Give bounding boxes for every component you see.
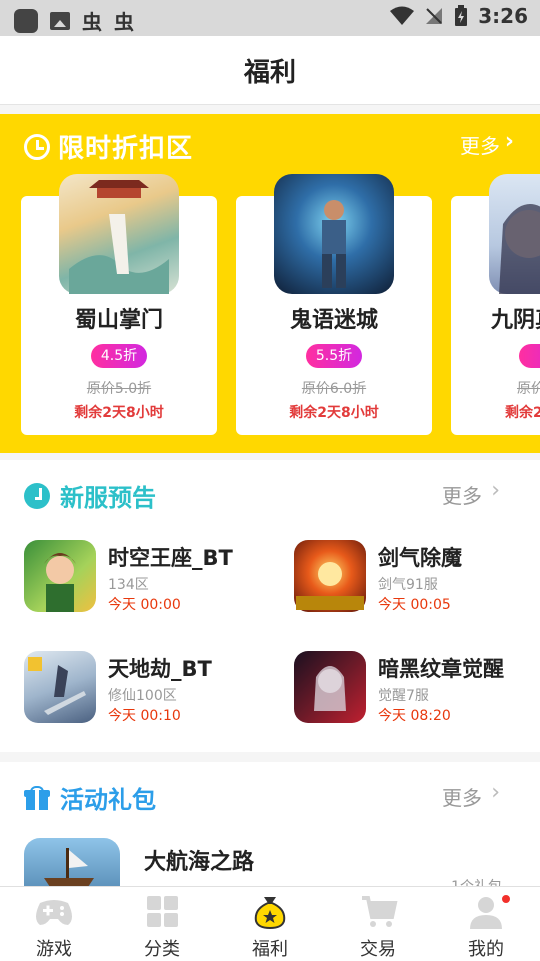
image-notification-icon (50, 11, 70, 30)
server-list-item[interactable]: 时空王座_BT 134区 今天 00:00 (24, 540, 264, 614)
server-list-item[interactable]: 天地劫_BT 修仙100区 今天 00:10 (24, 651, 264, 725)
open-time: 今天 00:05 (378, 597, 451, 613)
game-icon (24, 651, 96, 723)
app-bar: 福利 (0, 36, 540, 105)
game-name: 大航海之路 (144, 850, 255, 875)
more-link[interactable]: 更多 (442, 782, 482, 811)
tab-label: 分类 (144, 939, 180, 960)
game-cover-image (489, 174, 540, 294)
no-signal-icon (426, 8, 443, 24)
section-title: 活动礼包 (60, 786, 156, 814)
money-bag-icon (254, 897, 286, 929)
gift-count: 1个礼包 (451, 876, 502, 886)
tab-mine[interactable]: 我的 (432, 887, 540, 961)
tab-trade[interactable]: 交易 (324, 887, 432, 961)
time-remaining: 剩余2天8小时 (74, 405, 164, 421)
tab-label: 我的 (468, 939, 504, 960)
open-time: 今天 00:00 (108, 597, 181, 613)
time-remaining: 剩余2 (505, 405, 540, 421)
server-list-item[interactable]: 暗黑纹章觉醒 觉醒7服 今天 08:20 (294, 651, 534, 725)
server-list-item[interactable]: 剑气除魔 剑气91服 今天 00:05 (294, 540, 534, 614)
game-name: 天地劫_BT (108, 657, 212, 681)
bottom-tab-bar: 游戏 分类 福利 交易 我的 (0, 886, 540, 961)
user-icon (470, 897, 502, 929)
section-title: 限时折扣区 (58, 134, 194, 164)
time-remaining: 剩余2天8小时 (289, 405, 379, 421)
game-icon (24, 838, 120, 886)
discount-badge: 5.5折 (306, 344, 362, 368)
game-name: 暗黑纹章觉醒 (378, 657, 504, 681)
gift-pack-section: 活动礼包 更多 › 大航海之路 1个礼包 (0, 762, 540, 886)
game-cover-image (274, 174, 394, 294)
tab-games[interactable]: 游戏 (0, 887, 108, 961)
limited-discount-section: 限时折扣区 更多 › 蜀山掌门 4.5折 原价5.0折 剩余2天8小时 鬼语迷城… (0, 114, 540, 453)
notification-badge (502, 895, 510, 903)
tab-category[interactable]: 分类 (108, 887, 216, 961)
discount-badge: 5 (519, 344, 540, 368)
game-icon (294, 651, 366, 723)
open-time: 今天 00:10 (108, 708, 181, 724)
game-icon (24, 540, 96, 612)
original-price: 原价6.0折 (301, 381, 367, 397)
server-name: 觉醒7服 (378, 688, 429, 704)
open-time: 今天 08:20 (378, 708, 451, 724)
original-price: 原价 (517, 381, 540, 397)
grid-icon (147, 896, 178, 927)
page-title: 福利 (243, 58, 296, 88)
gift-icon (24, 785, 50, 810)
game-cover-image (59, 174, 179, 294)
section-title: 新服预告 (60, 484, 156, 512)
clock-icon (24, 482, 50, 509)
tab-welfare[interactable]: 福利 (216, 887, 324, 961)
gift-list-item[interactable]: 大航海之路 1个礼包 (24, 838, 516, 886)
server-name: 修仙100区 (108, 688, 177, 704)
chevron-right-icon[interactable]: › (491, 478, 500, 503)
game-name: 剑气除魔 (378, 546, 462, 570)
deal-name: 九阴真 (491, 308, 540, 333)
clock-time: 3:26 (478, 4, 528, 28)
server-name: 剑气91服 (378, 577, 438, 593)
deal-name: 鬼语迷城 (289, 308, 378, 333)
chevron-right-icon[interactable]: › (505, 129, 514, 154)
app-notification-icon (14, 8, 38, 33)
original-price: 原价5.0折 (86, 381, 152, 397)
gamepad-icon (36, 900, 72, 925)
chevron-right-icon[interactable]: › (491, 780, 500, 805)
deal-name: 蜀山掌门 (74, 308, 163, 333)
cart-icon (362, 896, 398, 927)
more-link[interactable]: 更多 (460, 130, 500, 159)
discount-badge: 4.5折 (91, 344, 147, 368)
server-name: 134区 (108, 577, 149, 593)
battery-icon (455, 5, 468, 26)
wifi-icon (390, 6, 415, 25)
new-server-section: 新服预告 更多 › 时空王座_BT 134区 今天 00:00 剑气除魔 剑气9… (0, 460, 540, 752)
game-name: 时空王座_BT (108, 546, 233, 570)
tab-label: 游戏 (36, 939, 72, 960)
alarm-clock-icon (24, 133, 50, 160)
game-icon (294, 540, 366, 612)
bug-notification-icon: 虫 (82, 10, 102, 34)
bug-notification-icon: 虫 (114, 10, 134, 34)
more-link[interactable]: 更多 (442, 480, 482, 509)
tab-label: 交易 (360, 939, 396, 960)
tab-label: 福利 (252, 939, 288, 960)
status-bar: 虫 虫 3:26 (0, 0, 540, 36)
